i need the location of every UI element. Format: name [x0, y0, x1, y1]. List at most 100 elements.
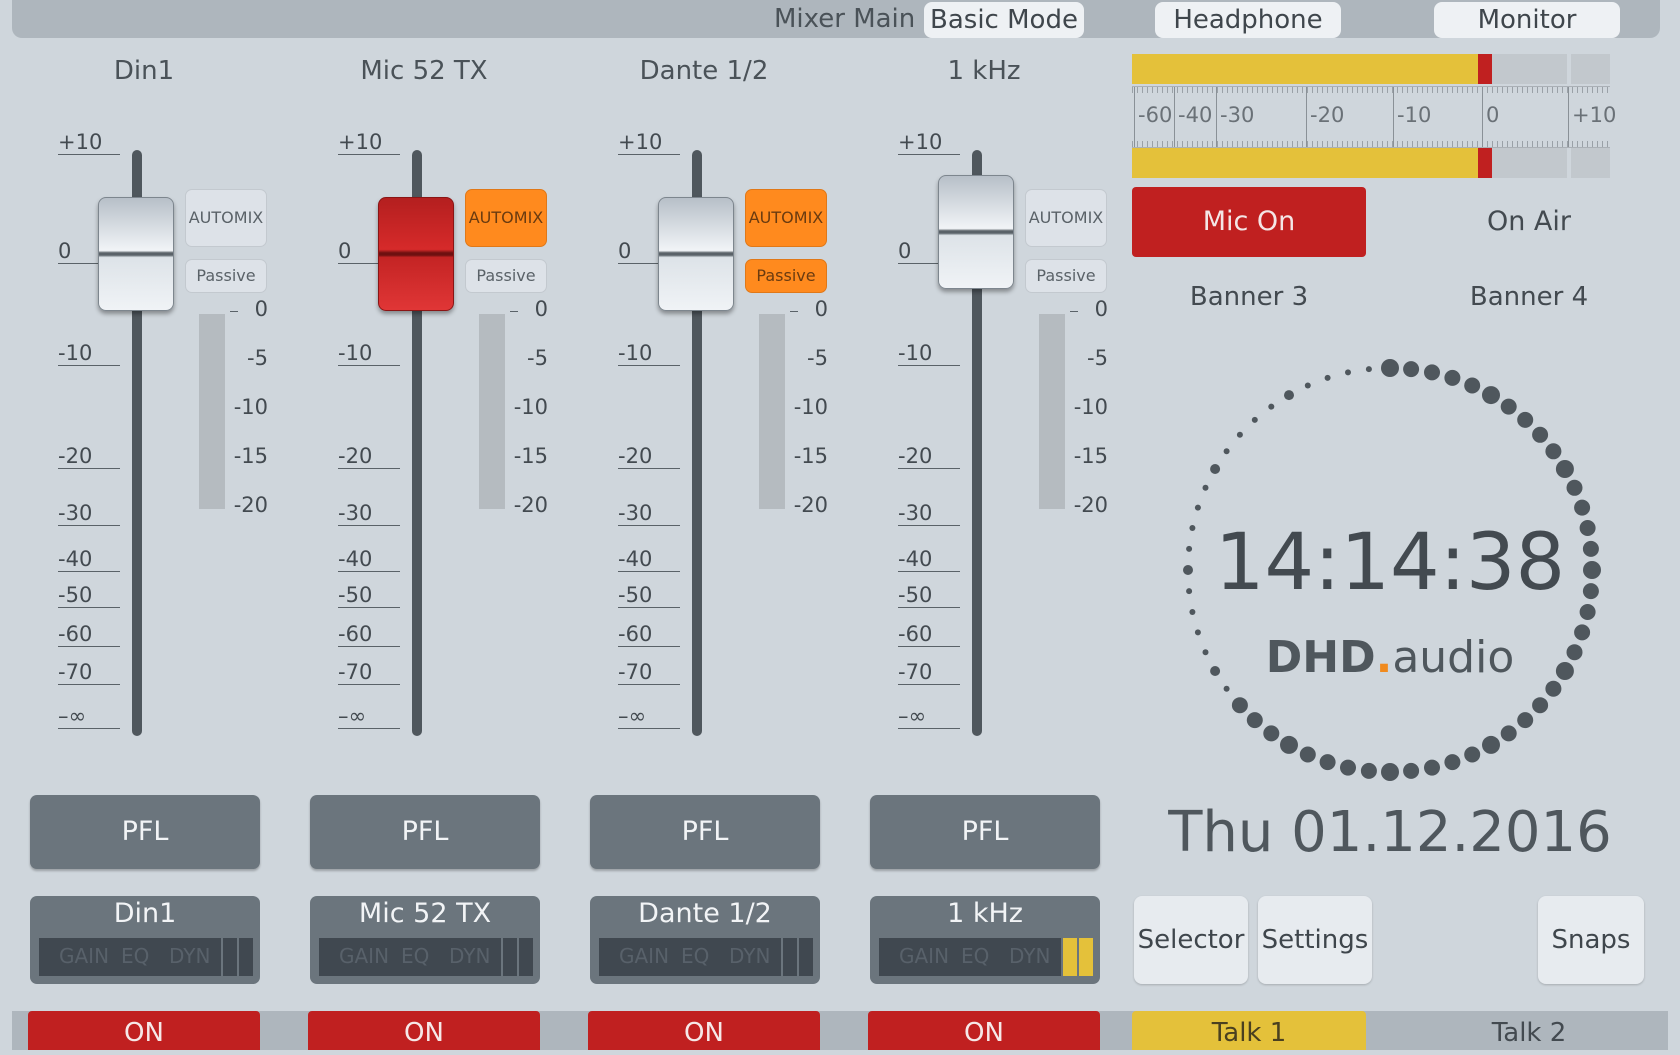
automix-button[interactable]: AUTOMIX: [745, 189, 827, 247]
meter-minor-tick: [1502, 141, 1503, 147]
headphone-button[interactable]: Headphone: [1155, 2, 1341, 38]
fader-scale-label: -60: [58, 622, 93, 646]
fader-knob[interactable]: [938, 175, 1014, 290]
meter-minor-tick: [1447, 87, 1448, 93]
fader-scale-label: +10: [898, 130, 943, 154]
channel-strip-button[interactable]: Mic 52 TX GAIN EQ DYN: [310, 896, 540, 984]
meter-minor-tick: [1557, 141, 1558, 147]
pfl-button[interactable]: PFL: [590, 795, 820, 869]
meter-minor-tick: [1297, 141, 1298, 147]
fader-scale-label: -20: [898, 444, 933, 468]
meter-minor-tick: [1517, 141, 1518, 147]
mixer-title: Mixer Main: [774, 4, 916, 34]
automix-button[interactable]: AUTOMIX: [185, 189, 267, 247]
meter-minor-tick: [1247, 141, 1248, 147]
fader-scale-tick: [898, 646, 960, 647]
hour-marker-dot: [1482, 386, 1500, 405]
fader-scale-tick: [338, 365, 400, 366]
meter-minor-tick: [1207, 87, 1208, 93]
talk-1-button[interactable]: Talk 1: [1132, 1011, 1366, 1050]
meter-minor-tick: [1602, 141, 1603, 147]
on-air-indicator: On Air: [1486, 206, 1572, 237]
meter-minor-tick: [1542, 87, 1543, 93]
channel-strip-button[interactable]: Din1 GAIN EQ DYN: [30, 896, 260, 984]
selector-button[interactable]: Selector: [1134, 896, 1248, 984]
channel-strip-button[interactable]: Dante 1/2 GAIN EQ DYN: [590, 896, 820, 984]
passive-button[interactable]: Passive: [1025, 259, 1107, 293]
strip-tab-dyn: DYN: [449, 944, 491, 968]
snaps-button[interactable]: Snaps: [1538, 896, 1644, 984]
meter-minor-tick: [1362, 87, 1363, 93]
strip-processing-indicators: GAIN EQ DYN: [319, 938, 533, 976]
basic-mode-button[interactable]: Basic Mode: [924, 2, 1084, 38]
passive-button[interactable]: Passive: [745, 259, 827, 293]
pfl-button[interactable]: PFL: [310, 795, 540, 869]
fader-scale-label: -10: [338, 341, 373, 365]
fader-scale-label: -40: [618, 547, 653, 571]
strip-tab-dyn: DYN: [1009, 944, 1051, 968]
hour-marker-dot: [1555, 460, 1574, 478]
meter-minor-tick: [1467, 141, 1468, 147]
second-dot: [1517, 411, 1534, 428]
fader-scale-label: -60: [618, 622, 653, 646]
pfl-button[interactable]: PFL: [870, 795, 1100, 869]
second-dot: [1545, 680, 1562, 697]
on-button[interactable]: ON: [28, 1011, 260, 1050]
meter-minor-tick: [1202, 141, 1203, 147]
meter-minor-tick: [1227, 87, 1228, 93]
second-dot: [1304, 382, 1311, 389]
second-dot: [1223, 685, 1230, 692]
fader-scale-tick: [618, 571, 680, 572]
automix-button[interactable]: AUTOMIX: [1025, 189, 1107, 247]
meter-minor-tick: [1227, 141, 1228, 147]
talk-2-button[interactable]: Talk 2: [1412, 1011, 1646, 1050]
meter-minor-tick: [1317, 141, 1318, 147]
second-dot: [1566, 479, 1583, 496]
channel-strip-button[interactable]: 1 kHz GAIN EQ DYN: [870, 896, 1100, 984]
meter-right-bar: [1132, 148, 1478, 178]
meter-minor-tick: [1457, 141, 1458, 147]
meter-minor-tick: [1292, 87, 1293, 93]
fader-scale-label: -70: [618, 660, 653, 684]
meter-minor-tick: [1272, 141, 1273, 147]
automix-button[interactable]: AUTOMIX: [465, 189, 547, 247]
meter-minor-tick: [1547, 87, 1548, 93]
fader-knob[interactable]: [98, 197, 174, 311]
fader-knob[interactable]: [378, 197, 454, 311]
meter-scale-label: -10: [793, 395, 828, 419]
settings-button[interactable]: Settings: [1258, 896, 1372, 984]
meter-minor-tick: [1172, 87, 1173, 93]
second-dot: [1532, 426, 1549, 443]
fader-scale-label: -70: [58, 660, 93, 684]
fader-knob[interactable]: [658, 197, 734, 311]
meter-minor-tick: [1182, 141, 1183, 147]
meter-minor-tick: [1267, 141, 1268, 147]
second-dot: [1500, 725, 1517, 742]
hour-marker-dot: [1381, 763, 1399, 781]
monitor-button[interactable]: Monitor: [1434, 2, 1620, 38]
meter-minor-tick: [1492, 87, 1493, 93]
second-dot: [1194, 504, 1201, 511]
meter-minor-tick: [1607, 141, 1608, 147]
meter-scale-tick: [790, 311, 798, 312]
meter-scale-label: -5: [527, 346, 548, 370]
fader-scale-label: -30: [618, 501, 653, 525]
passive-button[interactable]: Passive: [185, 259, 267, 293]
second-dot: [1251, 416, 1258, 423]
meter-minor-tick: [1177, 141, 1178, 147]
meter-minor-tick: [1442, 87, 1443, 93]
meter-minor-tick: [1222, 141, 1223, 147]
fader-scale-tick: [898, 154, 960, 155]
passive-button[interactable]: Passive: [465, 259, 547, 293]
meter-minor-tick: [1312, 87, 1313, 93]
meter-minor-tick: [1372, 141, 1373, 147]
on-button[interactable]: ON: [308, 1011, 540, 1050]
meter-minor-tick: [1187, 87, 1188, 93]
pfl-button[interactable]: PFL: [30, 795, 260, 869]
on-button[interactable]: ON: [588, 1011, 820, 1050]
fader-scale-label: -50: [58, 583, 93, 607]
second-dot: [1263, 725, 1280, 742]
on-button[interactable]: ON: [868, 1011, 1100, 1050]
meter-minor-tick: [1137, 87, 1138, 93]
fader-scale-tick: [58, 728, 120, 729]
